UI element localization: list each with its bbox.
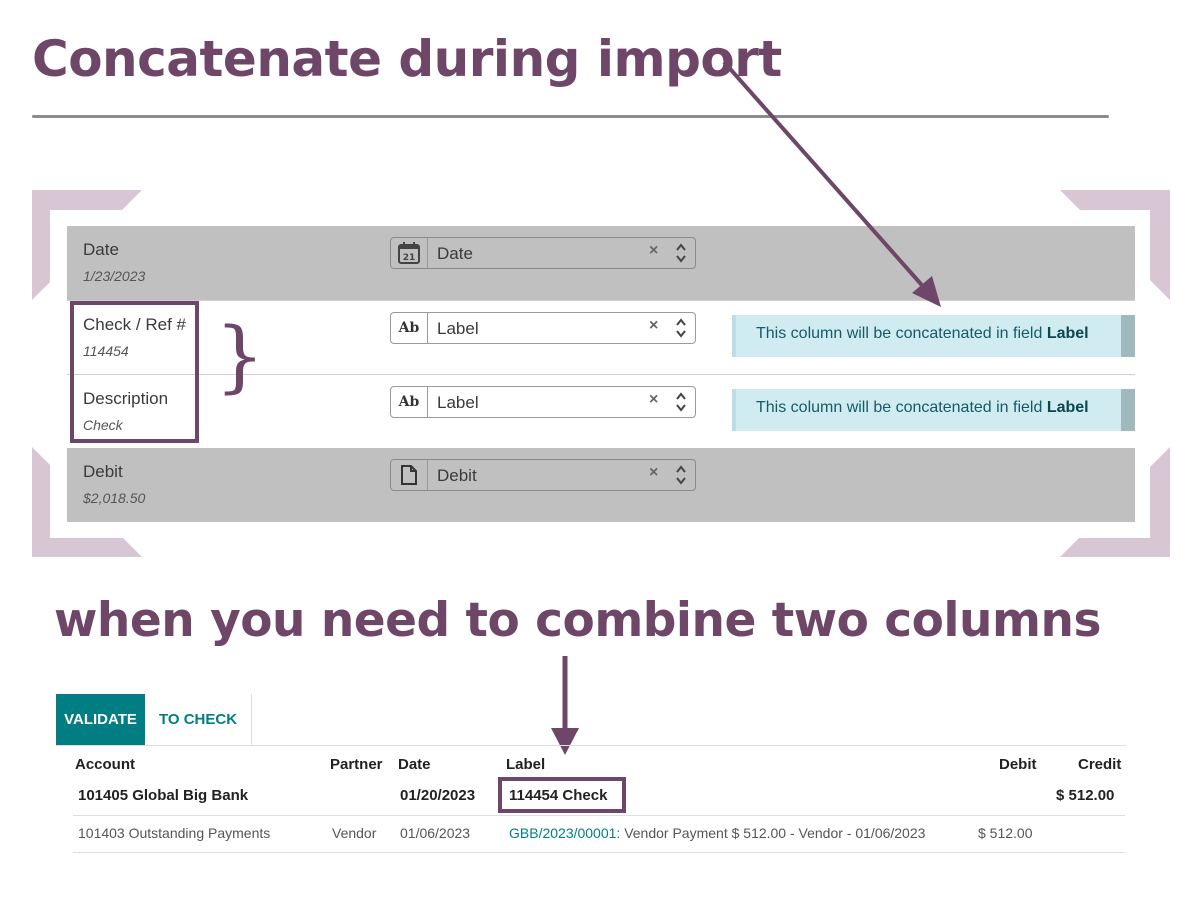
row-account: 101403 Outstanding Payments xyxy=(78,825,271,841)
row-partner: Vendor xyxy=(332,825,377,841)
row-debit: $ 512.00 xyxy=(978,825,1033,841)
arrow-to-notice xyxy=(722,60,930,294)
header-account: Account xyxy=(75,756,135,773)
validate-button[interactable]: VALIDATE xyxy=(56,694,145,745)
label-highlight xyxy=(498,777,626,813)
to-check-button[interactable]: TO CHECK xyxy=(145,694,252,745)
table-top-rule xyxy=(56,745,1126,746)
header-label: Label xyxy=(506,756,546,773)
table-bottom-rule xyxy=(73,852,1125,853)
header-date: Date xyxy=(398,756,431,773)
arrow-to-label-head xyxy=(551,728,579,755)
header-debit: Debit xyxy=(999,756,1037,773)
header-partner: Partner xyxy=(330,756,383,773)
row-label: GBB/2023/00001: Vendor Payment $ 512.00 … xyxy=(509,825,926,841)
entry-link[interactable]: GBB/2023/00001 xyxy=(509,825,616,841)
row-date: 01/20/2023 xyxy=(400,787,476,804)
row-credit: $ 512.00 xyxy=(1056,787,1115,804)
row-account: 101405 Global Big Bank xyxy=(78,787,249,804)
header-credit: Credit xyxy=(1078,756,1122,773)
row-date: 01/06/2023 xyxy=(400,825,471,841)
row-divider xyxy=(73,815,1125,816)
